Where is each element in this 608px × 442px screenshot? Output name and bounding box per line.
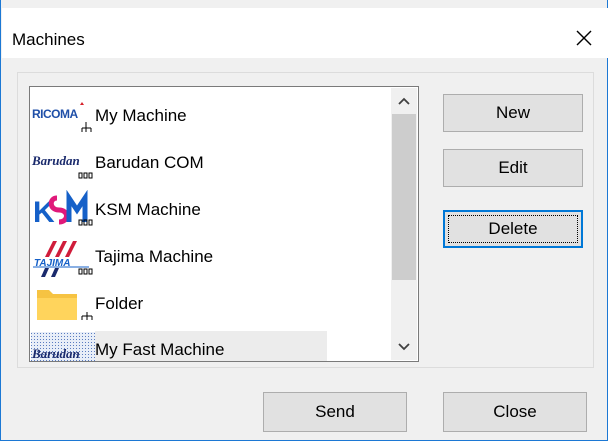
dialog-title: Machines: [12, 30, 85, 49]
tajima-logo-serial-icon: TAJIMA: [31, 237, 95, 277]
new-button[interactable]: New: [443, 94, 583, 132]
machine-label: Tajima Machine: [95, 247, 214, 266]
machine-label: My Machine: [95, 106, 187, 125]
list-item[interactable]: RICOMA My Machine: [31, 93, 399, 139]
close-icon[interactable]: [570, 24, 598, 52]
folder-network-icon: [31, 284, 95, 324]
svg-text:Barudan: Barudan: [31, 153, 80, 168]
machine-label: Barudan COM: [95, 153, 204, 172]
title-bar: Machines: [2, 8, 608, 58]
delete-button[interactable]: Delete: [443, 210, 583, 248]
focus-rectangle: [448, 215, 578, 243]
list-scrollbar[interactable]: [391, 88, 417, 360]
scroll-up-arrow-icon[interactable]: [391, 88, 417, 114]
send-button[interactable]: Send: [263, 392, 407, 432]
ksm-logo-serial-icon: K: [31, 189, 95, 230]
close-button-label: Close: [493, 402, 537, 421]
edit-button[interactable]: Edit: [443, 149, 583, 187]
barudan-logo-serial-icon: Barudan: [31, 143, 95, 183]
machines-dialog: Machines RICOMA My Machine Barudan Barud…: [0, 0, 608, 441]
ricoma-logo-network-icon: RICOMA: [31, 96, 95, 136]
list-item[interactable]: Barudan Barudan COM: [31, 140, 399, 186]
list-item-selected[interactable]: Barudan My Fast Machine: [31, 327, 399, 361]
scroll-down-arrow-icon[interactable]: [391, 334, 417, 360]
list-item[interactable]: TAJIMA Tajima Machine: [31, 234, 399, 280]
machine-label: My Fast Machine: [95, 340, 225, 359]
machine-label: KSM Machine: [95, 200, 201, 219]
svg-text:RICOMA: RICOMA: [32, 107, 78, 121]
machine-label: Folder: [95, 294, 144, 313]
close-button[interactable]: Close: [443, 392, 587, 432]
list-item[interactable]: Folder: [31, 281, 399, 327]
send-button-label: Send: [315, 402, 355, 421]
machine-list[interactable]: RICOMA My Machine Barudan Barudan COM K …: [29, 86, 419, 362]
new-button-label: New: [495, 103, 530, 122]
svg-text:Barudan: Barudan: [31, 346, 80, 361]
list-item[interactable]: K KSM Machine: [31, 187, 399, 233]
scroll-thumb[interactable]: [392, 114, 416, 280]
barudan-logo-selected-icon: Barudan: [31, 330, 95, 361]
edit-button-label: Edit: [498, 158, 528, 177]
